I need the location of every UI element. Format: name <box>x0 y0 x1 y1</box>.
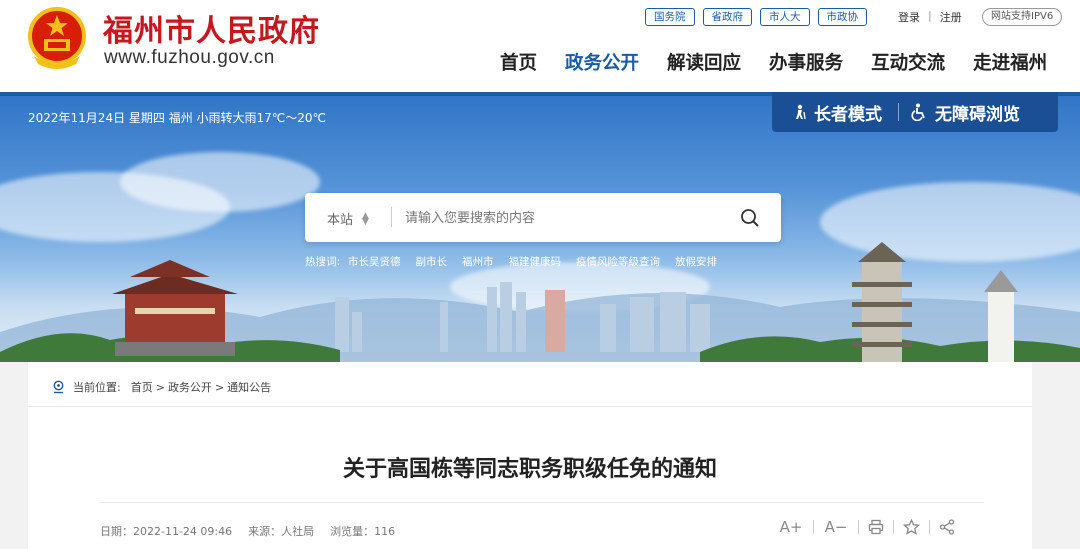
nav-gov-affairs[interactable]: 政务公开 <box>565 49 639 75</box>
cloud <box>120 152 320 212</box>
article-title: 关于高国栋等同志职务职级任免的通知 <box>342 457 717 482</box>
top-links: 国务院 省政府 市人大 市政协 <box>645 8 867 26</box>
national-emblem-icon[interactable] <box>26 6 88 70</box>
wheelchair-icon <box>911 103 925 121</box>
register-link[interactable]: 注册 <box>940 9 962 25</box>
ipv6-badge: 网站支持IPV6 <box>982 8 1063 26</box>
font-increase-button[interactable]: A+ <box>778 518 804 536</box>
accessible-browse-label: 无障碍浏览 <box>935 104 1020 125</box>
divider <box>28 406 1032 407</box>
tool-divider <box>929 520 930 534</box>
font-decrease-button[interactable]: A− <box>823 518 849 536</box>
tool-divider <box>813 520 814 534</box>
site-title[interactable]: 福州市人民政府 <box>103 6 320 50</box>
elder-mode-button[interactable]: 长者模式 <box>792 100 882 125</box>
print-icon[interactable] <box>868 519 884 535</box>
star-icon[interactable] <box>903 519 920 535</box>
nav-home[interactable]: 首页 <box>500 49 537 75</box>
site-header: 福州市人民政府 www.fuzhou.gov.cn 国务院 省政府 市人大 市政… <box>0 0 1080 92</box>
top-link-state-council[interactable]: 国务院 <box>645 8 695 26</box>
share-icon[interactable] <box>939 519 955 535</box>
login-link[interactable]: 登录 <box>898 9 920 25</box>
date-weather: 2022年11月24日 星期四 福州 小雨转大雨17℃～20℃ <box>28 111 327 125</box>
top-link-cppcc[interactable]: 市政协 <box>817 8 867 26</box>
article-meta: 日期：2022-11-24 09:46 来源：人社局 浏览量：116 <box>100 523 395 539</box>
article-panel: 当前位置: 首页 > 政务公开 > 通知公告 关于高国栋等同志职务职级任免的通知… <box>28 362 1032 549</box>
article-source: 来源：人社局 <box>248 525 315 538</box>
article-views: 浏览量：116 <box>330 525 396 538</box>
article-tools: A+ A− <box>778 518 955 536</box>
tool-divider <box>858 520 859 534</box>
breadcrumb-notices[interactable]: 通知公告 <box>227 379 271 395</box>
breadcrumb-separator: > <box>214 380 225 394</box>
account-links: 登录 | 注册 <box>898 9 962 25</box>
nav-about-fuzhou[interactable]: 走进福州 <box>973 49 1047 75</box>
nav-services[interactable]: 办事服务 <box>769 49 843 75</box>
divider <box>100 502 984 503</box>
top-link-province[interactable]: 省政府 <box>702 8 752 26</box>
breadcrumb-label: 当前位置: <box>73 381 121 394</box>
breadcrumb-gov-affairs[interactable]: 政务公开 <box>168 379 212 395</box>
hero-banner: 2022年11月24日 星期四 福州 小雨转大雨17℃～20℃ 长者模式 无障碍… <box>0 92 1080 362</box>
account-divider: | <box>928 9 932 22</box>
accessibility-bar: 长者模式 无障碍浏览 <box>772 92 1058 132</box>
city-skyline-illustration <box>0 242 1080 362</box>
location-pin-icon <box>53 380 64 394</box>
article-date: 日期：2022-11-24 09:46 <box>100 525 233 538</box>
tower-illustration <box>112 260 238 356</box>
elder-person-icon <box>796 104 806 120</box>
elder-mode-label: 长者模式 <box>814 104 882 125</box>
breadcrumb-separator: > <box>155 380 165 394</box>
nav-interpretation[interactable]: 解读回应 <box>667 49 741 75</box>
accessibility-divider <box>898 103 899 121</box>
breadcrumb-home[interactable]: 首页 <box>131 379 153 395</box>
breadcrumb: 当前位置: 首页 > 政务公开 > 通知公告 <box>52 379 271 395</box>
top-link-congress[interactable]: 市人大 <box>760 8 810 26</box>
nav-interaction[interactable]: 互动交流 <box>871 49 945 75</box>
site-url[interactable]: www.fuzhou.gov.cn <box>104 47 275 69</box>
accessible-browse-button[interactable]: 无障碍浏览 <box>911 100 1020 125</box>
main-nav: 首页 政务公开 解读回应 办事服务 互动交流 走进福州 <box>500 49 1047 75</box>
tool-divider <box>893 520 894 534</box>
